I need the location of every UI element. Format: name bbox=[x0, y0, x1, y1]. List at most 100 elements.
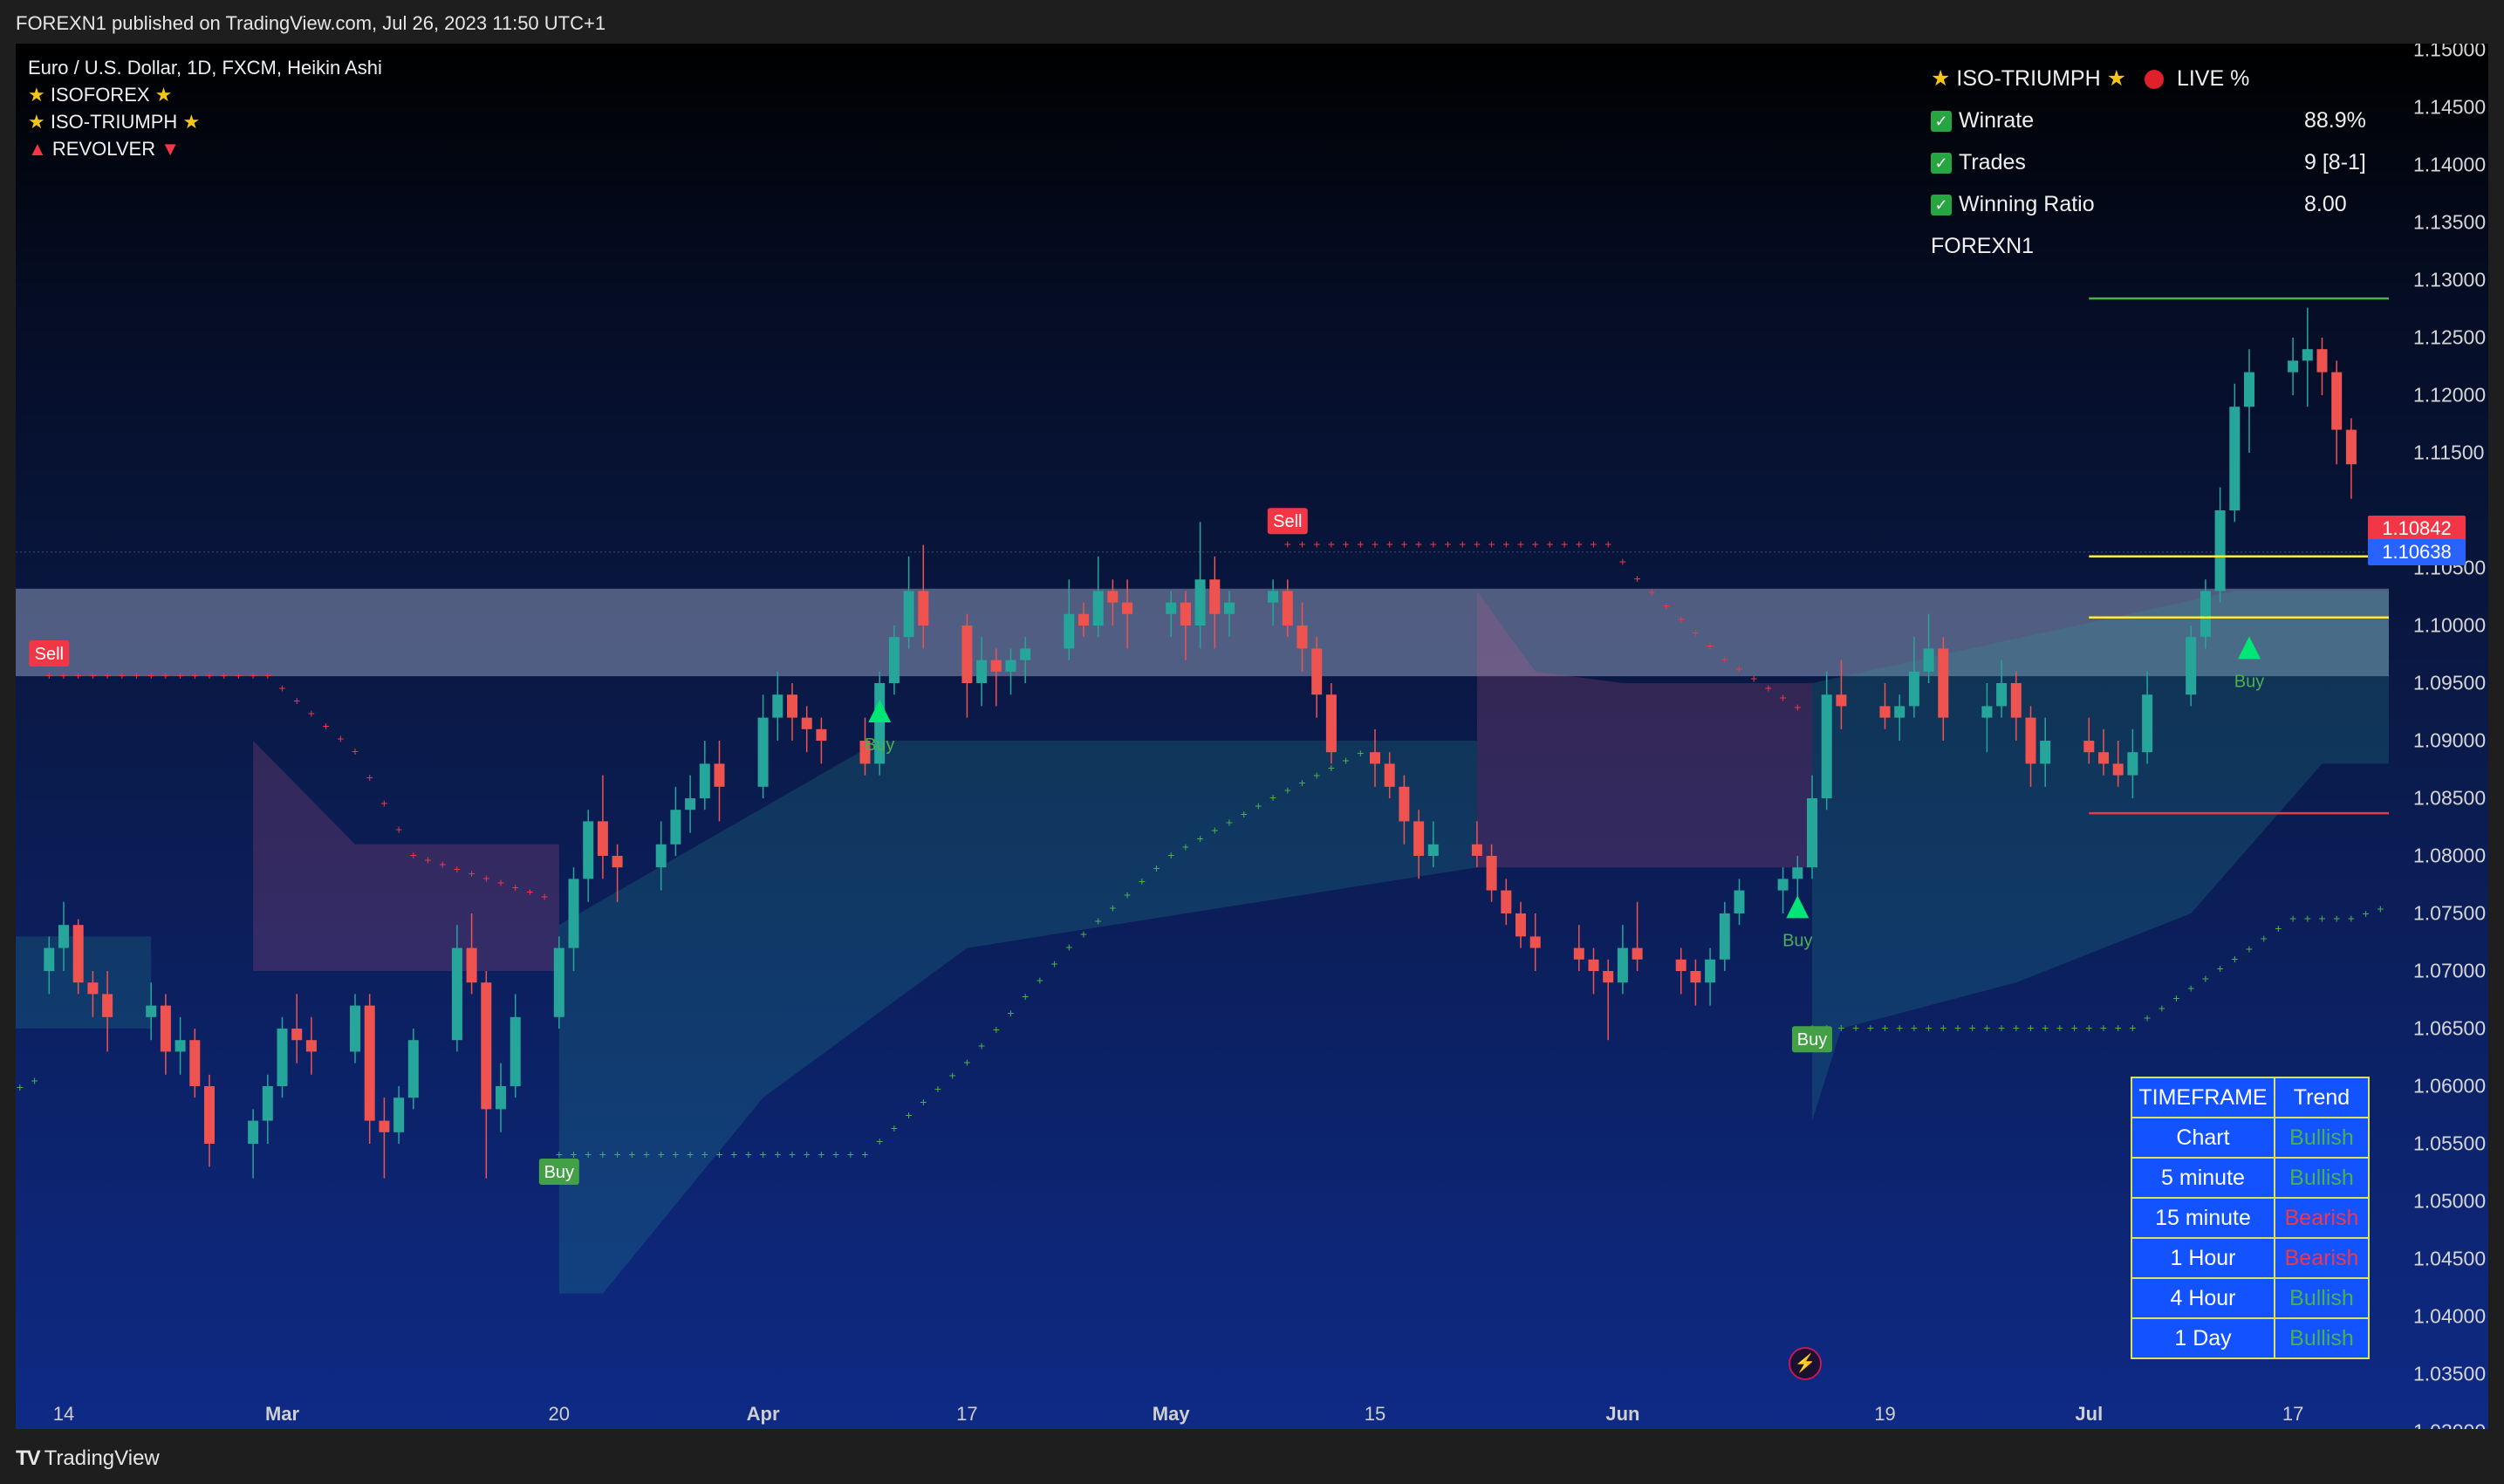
candle-body bbox=[466, 947, 477, 983]
trailing-stop-dot: + bbox=[804, 1147, 811, 1161]
trailing-stop-dot: + bbox=[1619, 554, 1626, 568]
price-tick-label: 1.13000 bbox=[2413, 268, 2487, 291]
publish-info: FOREXN1 published on TradingView.com, Ju… bbox=[16, 12, 606, 34]
star-icon: ★ bbox=[154, 84, 173, 106]
time-tick-label: Jul bbox=[2075, 1403, 2104, 1425]
bullish-cloud bbox=[558, 741, 1477, 1294]
check-icon: ✓ bbox=[1931, 153, 1952, 174]
trailing-stop-dot: + bbox=[526, 885, 533, 899]
tradingview-logo[interactable]: TV TradingView bbox=[16, 1446, 160, 1471]
trailing-stop-dot: + bbox=[2318, 912, 2325, 926]
price-tick-label: 1.05500 bbox=[2413, 1132, 2487, 1155]
price-tick-label: 1.06000 bbox=[2413, 1074, 2487, 1098]
trailing-stop-dot: + bbox=[2377, 902, 2384, 916]
timeframe-cell: 15 minute bbox=[2131, 1197, 2275, 1239]
candle-body bbox=[1807, 798, 1817, 868]
trailing-stop-dot: + bbox=[1182, 840, 1189, 854]
trailing-stop-dot: + bbox=[832, 1147, 839, 1161]
trailing-stop-dot: + bbox=[730, 1147, 737, 1161]
trailing-stop-dot: + bbox=[1372, 537, 1379, 551]
trailing-stop-dot: + bbox=[1007, 1006, 1014, 1020]
trailing-stop-dot: + bbox=[861, 1147, 868, 1161]
trailing-stop-dot: + bbox=[221, 668, 228, 682]
symbol-title[interactable]: Euro / U.S. Dollar, 1D, FXCM, Heikin Ash… bbox=[28, 54, 382, 81]
trailing-stop-dot: + bbox=[876, 1134, 883, 1148]
candle-body bbox=[2127, 752, 2138, 776]
trailing-stop-dot: + bbox=[1692, 626, 1699, 639]
trailing-stop-dot: + bbox=[75, 668, 82, 682]
trailing-stop-dot: + bbox=[2115, 1021, 2122, 1035]
candle-body bbox=[2083, 741, 2095, 753]
trailing-stop-dot: + bbox=[45, 668, 52, 682]
trailing-stop-dot: + bbox=[366, 770, 373, 784]
stats-row-winning-ratio: ✓ Winning Ratio 8.00 bbox=[1931, 183, 2347, 225]
candle-body bbox=[1486, 856, 1497, 891]
header-timeframe: TIMEFRAME bbox=[2131, 1077, 2275, 1118]
candle-body bbox=[1194, 579, 1206, 626]
trailing-stop-dot: + bbox=[993, 1022, 1000, 1036]
lightning-icon[interactable]: ⚡ bbox=[1789, 1347, 1822, 1380]
chart-frame[interactable]: + + + + + + + + + + + + + + + + + + + + + + + + + + + + + + + + + + + + + + + +… bbox=[16, 44, 2488, 1429]
trailing-stop-dot: + bbox=[891, 1121, 898, 1135]
trailing-stop-dot: + bbox=[1255, 798, 1262, 812]
price-tick-label: 1.14000 bbox=[2413, 153, 2487, 176]
candle-body bbox=[1792, 867, 1803, 879]
candle-body bbox=[2186, 637, 2197, 695]
trailing-stop-dot: + bbox=[585, 1147, 592, 1161]
time-tick-label: Mar bbox=[264, 1403, 300, 1425]
trailing-stop-dot: + bbox=[2304, 912, 2311, 926]
legend-revolver[interactable]: ▲ REVOLVER ▼ bbox=[28, 135, 382, 162]
candle-body bbox=[1427, 844, 1439, 856]
candle-body bbox=[393, 1098, 405, 1132]
trailing-stop-dot: + bbox=[1022, 989, 1029, 1003]
trailing-stop-dot: + bbox=[1459, 537, 1466, 551]
trailing-stop-dot: + bbox=[1415, 537, 1422, 551]
trailing-stop-dot: + bbox=[745, 1147, 752, 1161]
candle-body bbox=[1821, 694, 1832, 798]
indicator-name: ISO-TRIUMPH bbox=[50, 111, 178, 133]
trailing-stop-dot: + bbox=[1794, 701, 1801, 715]
trailing-stop-dot: + bbox=[1269, 790, 1276, 804]
candle-body bbox=[2229, 407, 2241, 510]
check-icon: ✓ bbox=[1931, 195, 1952, 216]
candle-body bbox=[1836, 694, 1847, 707]
price-axis[interactable]: 1.15000 1.14500 1.14000 1.13500 1.13000 1.125… bbox=[2389, 44, 2488, 1429]
trailing-stop-dot: + bbox=[1226, 815, 1233, 829]
trailing-stop-dot: + bbox=[293, 694, 300, 708]
candle-body bbox=[801, 717, 812, 729]
candle-body bbox=[1064, 613, 1075, 649]
candle-body bbox=[1384, 763, 1395, 787]
trailing-stop-dot: + bbox=[1532, 537, 1539, 551]
timeframe-cell: 1 Day bbox=[2131, 1317, 2275, 1359]
candle-body bbox=[87, 982, 99, 995]
price-tick-label: 1.03000 bbox=[2413, 1420, 2486, 1430]
trailing-stop-dot: + bbox=[1517, 537, 1524, 551]
trailing-stop-dot: + bbox=[658, 1147, 665, 1161]
trailing-stop-dot: + bbox=[17, 1080, 24, 1094]
candle-body bbox=[990, 660, 1002, 672]
live-label: LIVE % bbox=[2176, 66, 2250, 91]
bullish-cloud bbox=[1812, 591, 2389, 1121]
trailing-stop-dot: + bbox=[1765, 681, 1772, 695]
price-tick-label: 1.15000 bbox=[2413, 44, 2487, 61]
trailing-stop-dot: + bbox=[1954, 1021, 1961, 1035]
trend-row: 15 minute Bearish bbox=[2131, 1197, 2370, 1239]
trailing-stop-dot: + bbox=[439, 858, 446, 872]
indicator-name: REVOLVER bbox=[51, 138, 156, 160]
legend-iso-triumph[interactable]: ★ ISO-TRIUMPH ★ bbox=[28, 108, 382, 135]
time-axis[interactable]: 14Mar20Apr17May15Jun19Jul17Aug14Sep18 bbox=[16, 1396, 2389, 1429]
trailing-stop-dot: + bbox=[2027, 1021, 2034, 1035]
trailing-stop-dot: + bbox=[1298, 537, 1305, 551]
candle-body bbox=[1325, 694, 1337, 753]
trailing-stop-dot: + bbox=[1852, 1021, 1859, 1035]
trailing-stop-dot: + bbox=[1648, 585, 1655, 599]
trailing-stop-dot: + bbox=[672, 1147, 679, 1161]
legend-isoforex[interactable]: ★ ISOFOREX ★ bbox=[28, 81, 382, 108]
price-tick-label: 1.05000 bbox=[2413, 1189, 2487, 1213]
trailing-stop-dot: + bbox=[1896, 1021, 1903, 1035]
trend-row: Chart Bullish bbox=[2131, 1117, 2370, 1159]
tv-logo-icon: TV bbox=[16, 1446, 41, 1470]
price-tick-label: 1.08500 bbox=[2413, 786, 2487, 810]
trailing-stop-dot: + bbox=[60, 668, 67, 682]
trailing-stop-dot: + bbox=[1576, 537, 1583, 551]
